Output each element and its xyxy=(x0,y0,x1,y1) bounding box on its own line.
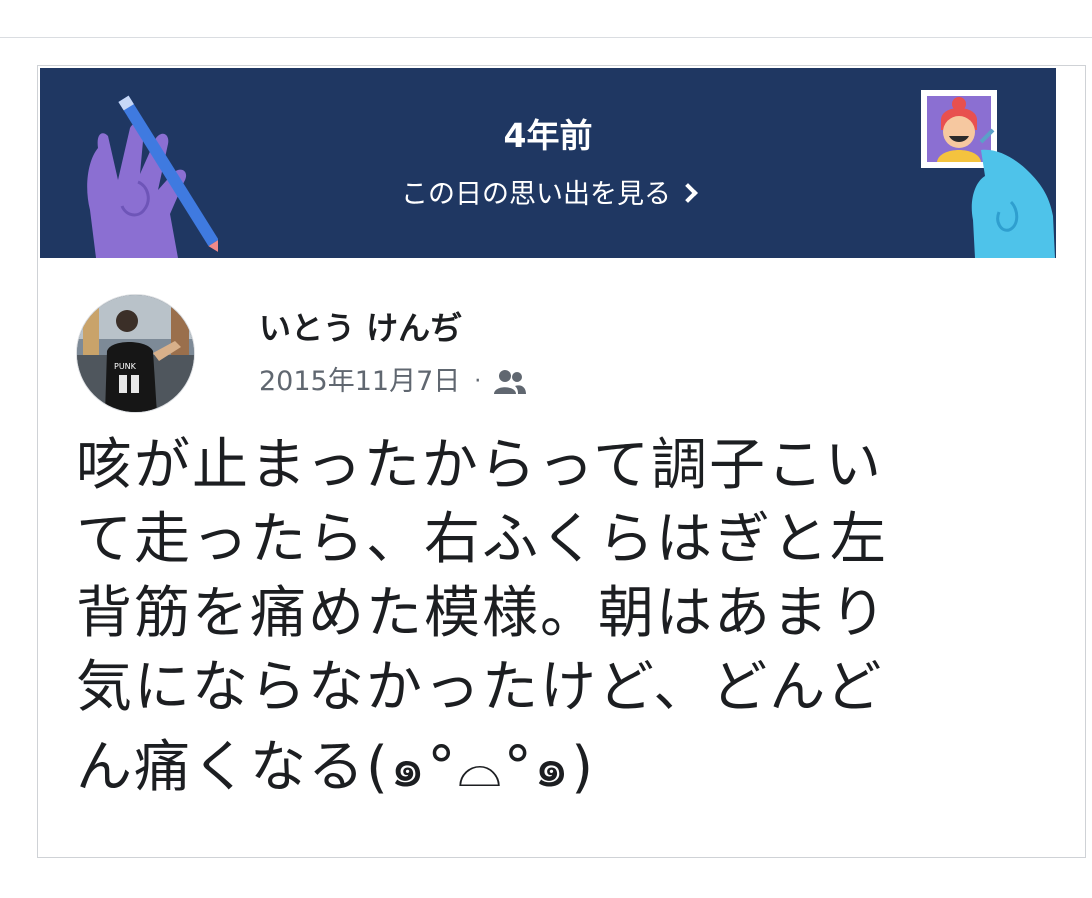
svg-text:PUNK: PUNK xyxy=(114,362,137,371)
memory-card: 4年前 この日の思い出を見る PUNK いとう けんぢ 2015年11月7日 ·… xyxy=(37,65,1086,858)
post-text-line: 背筋を痛めた模様。朝はあまり xyxy=(76,581,888,646)
post-body: 咳が止まったからって調子こい て走ったら、右ふくらはぎと左 背筋を痛めた模様。朝… xyxy=(76,429,1036,805)
post-date[interactable]: 2015年11月7日 xyxy=(259,362,460,402)
avatar-photo: PUNK xyxy=(77,295,194,412)
memory-banner[interactable]: 4年前 この日の思い出を見る xyxy=(40,68,1056,258)
author-name[interactable]: いとう けんぢ xyxy=(259,306,462,350)
years-ago-title: 4年前 xyxy=(503,116,593,155)
top-divider xyxy=(0,37,1092,38)
friends-icon[interactable] xyxy=(493,369,527,395)
see-memories-label: この日の思い出を見る xyxy=(401,179,671,210)
see-memories-link[interactable]: この日の思い出を見る xyxy=(40,177,1056,213)
post-text-line: 気にならなかったけど、どんど xyxy=(76,655,884,720)
author-avatar[interactable]: PUNK xyxy=(76,294,195,413)
hand-photo-illustration xyxy=(921,90,1055,258)
post-text-line: 咳が止まったからって調子こい xyxy=(76,433,883,498)
chevron-right-icon xyxy=(678,183,698,203)
post-header: PUNK いとう けんぢ 2015年11月7日 · xyxy=(76,294,976,416)
post-text-line: ん痛くなる(๑°⌓°๑) xyxy=(76,735,596,800)
post-text-line: て走ったら、右ふくらはぎと左 xyxy=(76,507,888,572)
post-meta: 2015年11月7日 · xyxy=(259,362,527,402)
meta-separator: · xyxy=(474,369,482,394)
